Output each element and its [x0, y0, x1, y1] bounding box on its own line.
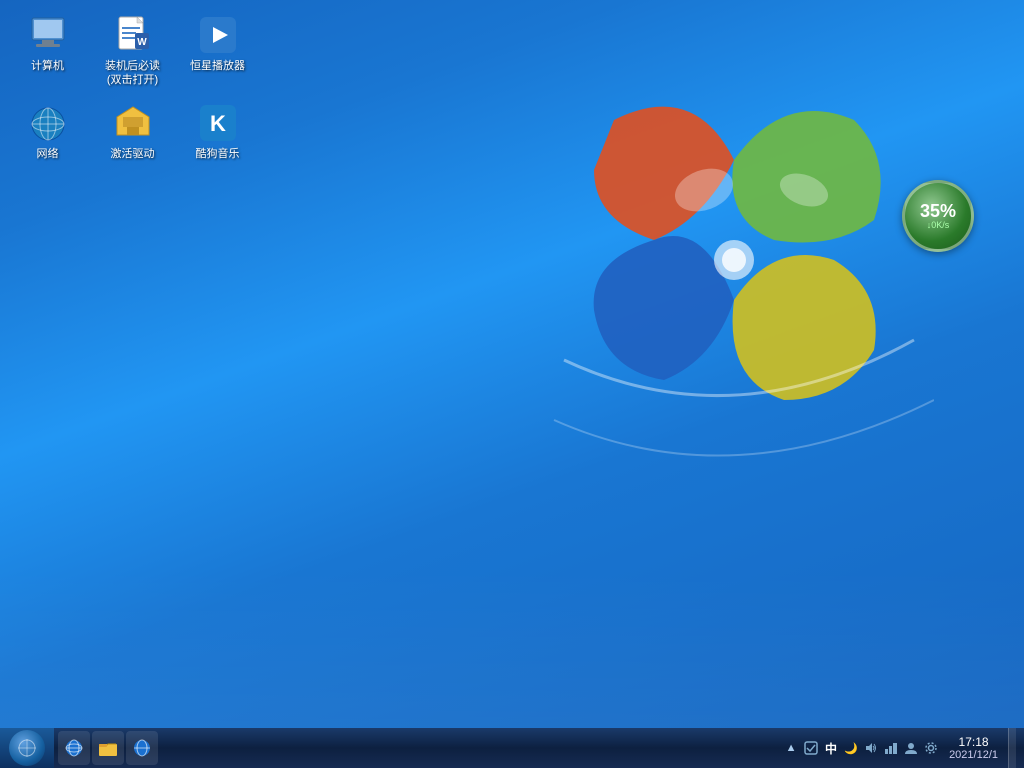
desktop-icon-driver[interactable]: 激活驱动 [95, 98, 170, 166]
computer-icon [28, 15, 68, 55]
network-speed-widget[interactable]: 35% ↓0K/s [902, 180, 974, 252]
setup-doc-icon: W [113, 15, 153, 55]
desktop-icon-row-1: 计算机 W 装机后必读(双击打开) [10, 10, 255, 93]
desktop-icon-row-2: 网络 激活驱动 K [10, 98, 255, 166]
show-desktop-button[interactable] [1008, 728, 1016, 768]
network-tray-icon[interactable] [883, 740, 899, 756]
explorer-taskbar-icon [98, 738, 118, 758]
taskbar-item-explorer[interactable] [92, 731, 124, 765]
speaker-icon[interactable] [863, 740, 879, 756]
user-tray-icon[interactable] [903, 740, 919, 756]
setup-icon-label: 装机后必读(双击打开) [100, 59, 165, 88]
desktop-icons: 计算机 W 装机后必读(双击打开) [10, 10, 255, 171]
taskbar: ▲ 中 🌙 [0, 728, 1024, 768]
network-icon [28, 103, 68, 143]
start-button[interactable] [0, 728, 54, 768]
desktop-icon-network[interactable]: 网络 [10, 98, 85, 166]
kugo-icon-label: 酷狗音乐 [196, 147, 240, 161]
moon-icon[interactable]: 🌙 [843, 740, 859, 756]
network-icon-label: 网络 [37, 147, 59, 161]
windows7-logo [534, 60, 934, 480]
desktop-icon-setup[interactable]: W 装机后必读(双击打开) [95, 10, 170, 93]
taskbar-item-ie2[interactable] [126, 731, 158, 765]
svg-text:W: W [137, 37, 147, 48]
ie-taskbar-icon [64, 738, 84, 758]
clock[interactable]: 17:18 2021/12/1 [943, 735, 1004, 761]
desktop-icon-hengxing[interactable]: 恒星播放器 [180, 10, 255, 93]
systray: ▲ 中 🌙 [775, 728, 1024, 768]
driver-icon-label: 激活驱动 [111, 147, 155, 161]
kugo-icon: K [198, 103, 238, 143]
checkbox-icon[interactable] [803, 740, 819, 756]
start-orb [9, 730, 45, 766]
driver-icon [113, 103, 153, 143]
computer-icon-label: 计算机 [31, 59, 64, 73]
desktop-icon-kugo[interactable]: K 酷狗音乐 [180, 98, 255, 166]
clock-time: 17:18 [959, 735, 989, 749]
network-speed-value: ↓0K/s [927, 220, 950, 231]
hengxing-icon [198, 15, 238, 55]
network-percent: 35% [920, 202, 956, 220]
desktop-icon-computer[interactable]: 计算机 [10, 10, 85, 93]
svg-text:K: K [210, 111, 226, 136]
language-indicator[interactable]: 中 [823, 740, 839, 757]
gear-tray-icon[interactable] [923, 740, 939, 756]
taskbar-item-ie[interactable] [58, 731, 90, 765]
ie2-taskbar-icon [132, 738, 152, 758]
hengxing-icon-label: 恒星播放器 [190, 59, 245, 73]
desktop: 计算机 W 装机后必读(双击打开) [0, 0, 1024, 768]
taskbar-items [54, 731, 775, 765]
systray-expand[interactable]: ▲ [783, 740, 799, 756]
clock-date: 2021/12/1 [949, 749, 998, 761]
